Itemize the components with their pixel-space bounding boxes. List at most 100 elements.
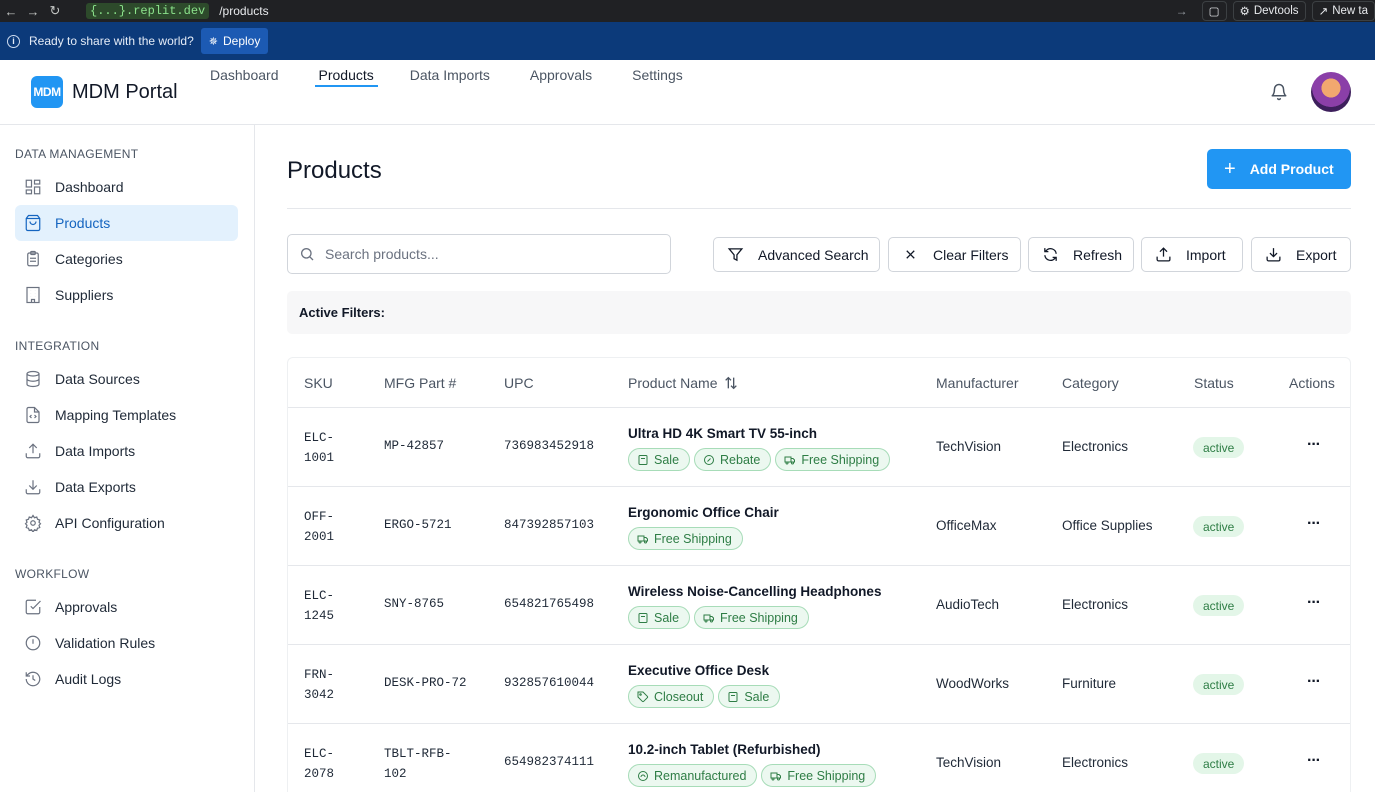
header-status[interactable]: Status — [1194, 375, 1234, 391]
sidebar-item-validation-rules[interactable]: Validation Rules — [15, 625, 238, 661]
product-name[interactable]: Ultra HD 4K Smart TV 55-inch — [628, 426, 817, 441]
mfg-cell: TBLT-RFB- 102 — [384, 744, 452, 784]
tag-remanufactured: Remanufactured — [628, 764, 758, 787]
new-tab-button[interactable]: ↗ New ta — [1311, 1, 1375, 21]
bell-icon[interactable] — [1270, 83, 1288, 101]
sidebar-item-api-configuration[interactable]: API Configuration — [15, 505, 238, 541]
sku-cell: FRN- 3042 — [304, 665, 364, 705]
status-badge: active — [1193, 595, 1245, 616]
mfg-cell: SNY-8765 — [384, 597, 445, 611]
truck-icon — [784, 456, 796, 464]
more-actions-icon[interactable]: ··· — [1307, 673, 1321, 691]
wrench-icon: ⚙ — [1239, 6, 1250, 18]
app-logo[interactable]: MDM — [31, 76, 63, 108]
deploy-button[interactable]: ✵ Deploy — [200, 28, 269, 54]
sidebar-item-mapping-templates[interactable]: Mapping Templates — [15, 397, 238, 433]
table-row[interactable]: ELC- 1001 MP-42857 736983452918 Ultra HD … — [288, 408, 1350, 487]
advanced-search-label: Advanced Search — [758, 246, 869, 263]
header-manufacturer[interactable]: Manufacturer — [936, 375, 1018, 391]
tag-label: Sale — [654, 452, 680, 467]
refresh-button[interactable]: Refresh — [1028, 237, 1134, 272]
sidebar-item-suppliers[interactable]: Suppliers — [15, 277, 238, 313]
sidebar-heading-workflow: WORKFLOW — [15, 567, 90, 581]
header-mfg-part[interactable]: MFG Part # — [384, 375, 456, 391]
more-actions-icon[interactable]: ··· — [1307, 515, 1321, 533]
product-name[interactable]: 10.2-inch Tablet (Refurbished) — [628, 742, 821, 757]
sku-cell: ELC- 2078 — [304, 744, 364, 784]
tag-list: Free Shipping — [628, 527, 743, 550]
tag-sale: Sale — [628, 606, 691, 629]
filter-icon — [726, 246, 744, 264]
app-title[interactable]: MDM Portal — [72, 81, 178, 104]
export-button[interactable]: Export — [1251, 237, 1351, 272]
tab-dashboard[interactable]: Dashboard — [210, 60, 279, 90]
import-button[interactable]: Import — [1141, 237, 1243, 272]
download-icon — [23, 477, 43, 497]
tab-approvals[interactable]: Approvals — [530, 60, 592, 90]
category-cell: Office Supplies — [1062, 518, 1153, 533]
header-sku[interactable]: SKU — [304, 375, 333, 391]
tab-settings[interactable]: Settings — [632, 60, 683, 90]
header-product-name[interactable]: Product Name — [628, 375, 739, 391]
clear-filters-button[interactable]: Clear Filters — [888, 237, 1021, 272]
table-row[interactable]: ELC- 1245 SNY-8765 654821765498 Wireless … — [288, 566, 1350, 645]
header-category[interactable]: Category — [1062, 375, 1119, 391]
manufacturer-cell: AudioTech — [936, 597, 1000, 612]
info-icon: i — [7, 34, 20, 48]
sidebar-item-label: Audit Logs — [55, 671, 122, 687]
tag-label: Closeout — [654, 689, 704, 704]
address-bar[interactable]: {...}.replit.dev /products — [86, 0, 269, 22]
table-row[interactable]: ELC- 2078 TBLT-RFB- 102 654982374111 10.2-… — [288, 724, 1350, 792]
sidebar-item-dashboard[interactable]: Dashboard — [15, 169, 238, 205]
advanced-search-button[interactable]: Advanced Search — [713, 237, 880, 272]
tag-label: Free Shipping — [654, 531, 732, 546]
sidebar-item-approvals[interactable]: Approvals — [15, 589, 238, 625]
back-arrow-icon[interactable]: ← — [0, 0, 22, 22]
search-input[interactable] — [325, 246, 645, 262]
product-name[interactable]: Ergonomic Office Chair — [628, 505, 779, 520]
tab-products[interactable]: Products — [314, 60, 379, 90]
search-box[interactable] — [287, 234, 671, 274]
sidebar-item-data-sources[interactable]: Data Sources — [15, 361, 238, 397]
external-link-icon: ↗ — [1318, 6, 1329, 18]
browser-toolbar: ← → ↻ {...}.replit.dev /products → ▢ ⚙ De… — [0, 0, 1375, 22]
tag-free-shipping: Free Shipping — [775, 448, 891, 471]
download-icon — [1264, 246, 1282, 264]
sidebar-item-data-imports[interactable]: Data Imports — [15, 433, 238, 469]
screen-icon[interactable]: ▢ — [1201, 1, 1227, 21]
devtools-button[interactable]: ⚙ Devtools — [1232, 1, 1306, 21]
sidebar-item-data-exports[interactable]: Data Exports — [15, 469, 238, 505]
rocket-icon: ✵ — [208, 35, 218, 48]
more-actions-icon[interactable]: ··· — [1307, 752, 1321, 770]
more-actions-icon[interactable]: ··· — [1307, 594, 1321, 612]
avatar[interactable] — [1311, 72, 1351, 112]
reload-icon[interactable]: ↻ — [44, 0, 66, 22]
forward-arrow-icon[interactable]: → — [22, 0, 44, 22]
forward-url-icon[interactable]: → — [1176, 4, 1188, 18]
sidebar-item-products[interactable]: Products — [15, 205, 238, 241]
file-code-icon — [23, 405, 43, 425]
more-actions-icon[interactable]: ··· — [1307, 436, 1321, 454]
category-cell: Electronics — [1062, 597, 1129, 612]
active-filters-label: Active Filters: — [299, 305, 385, 320]
sidebar-item-categories[interactable]: Categories — [15, 241, 238, 277]
upc-cell: 736983452918 — [504, 439, 595, 453]
sidebar-item-audit-logs[interactable]: Audit Logs — [15, 661, 238, 697]
tab-data-imports[interactable]: Data Imports — [410, 60, 490, 90]
tag-label: Sale — [654, 610, 680, 625]
category-cell: Electronics — [1062, 439, 1129, 454]
sku-line: 2078 — [304, 767, 335, 781]
refresh-icon — [1041, 246, 1059, 264]
sku-line: FRN- — [304, 668, 335, 682]
deploy-label: Deploy — [222, 34, 261, 48]
product-name[interactable]: Wireless Noise-Cancelling Headphones — [628, 584, 881, 599]
table-row[interactable]: OFF- 2001 ERGO-5721 847392857103 Ergonomi… — [288, 487, 1350, 566]
url-host: {...}.replit.dev — [86, 3, 210, 19]
add-product-button[interactable]: + Add Product — [1207, 149, 1351, 189]
top-nav: Dashboard Products Data Imports Approval… — [210, 60, 683, 90]
product-name[interactable]: Executive Office Desk — [628, 663, 769, 678]
header-upc[interactable]: UPC — [504, 375, 534, 391]
truck-icon — [703, 614, 715, 622]
sort-icon[interactable] — [723, 375, 739, 391]
table-row[interactable]: FRN- 3042 DESK-PRO-72 932857610044 Execut… — [288, 645, 1350, 724]
